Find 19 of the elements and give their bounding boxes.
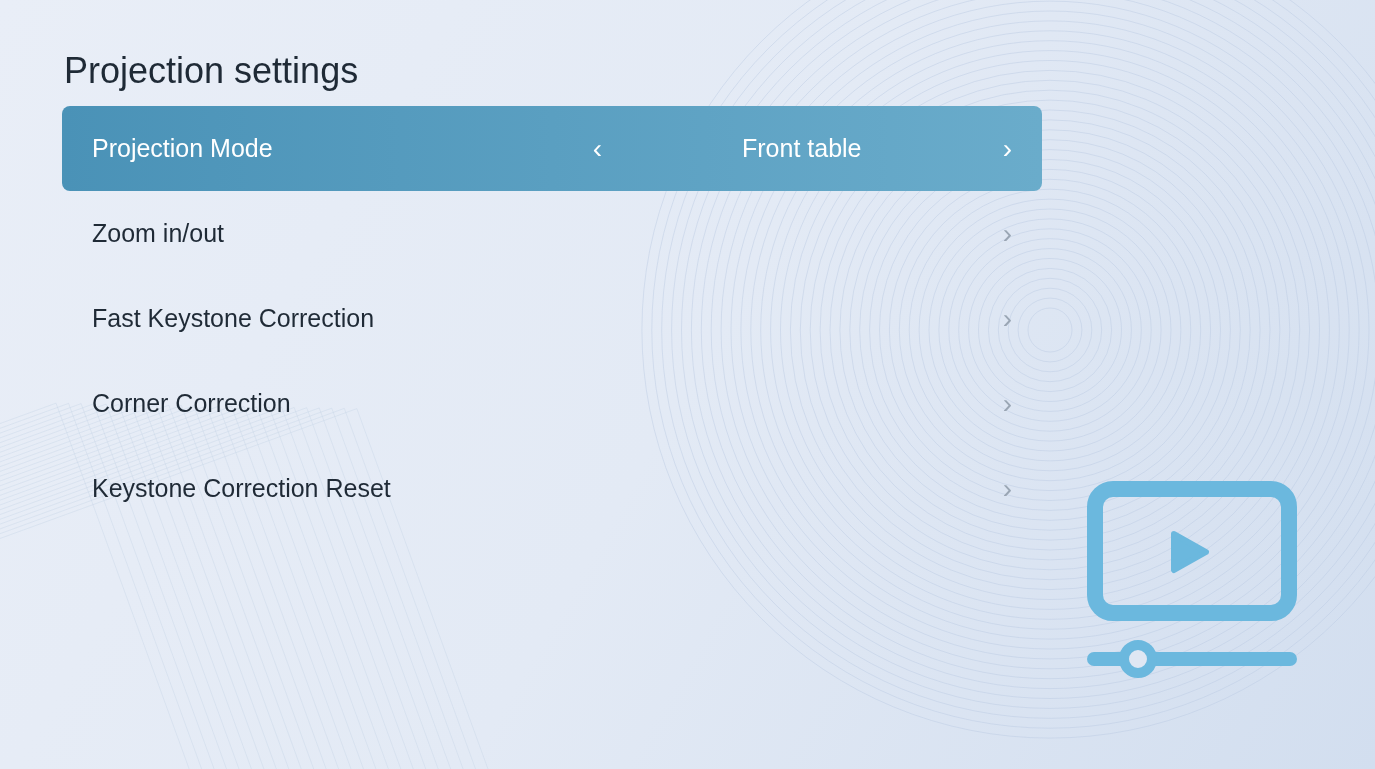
settings-row[interactable]: Zoom in/out ›: [62, 191, 1042, 276]
row-label: Zoom in/out: [92, 219, 225, 248]
next-arrow[interactable]: ›: [1002, 387, 1012, 420]
settings-row[interactable]: Projection Mode ‹ Front table ›: [62, 106, 1042, 191]
row-label: Projection Mode: [92, 134, 274, 163]
next-arrow[interactable]: ›: [1002, 217, 1012, 250]
page-title: Projection settings: [64, 50, 359, 92]
video-player-icon: [1086, 480, 1298, 680]
next-arrow[interactable]: ›: [1002, 302, 1012, 335]
next-arrow[interactable]: ›: [1002, 132, 1012, 165]
row-label: Corner Correction: [92, 389, 292, 418]
row-value: Front table: [742, 134, 862, 163]
settings-row[interactable]: Fast Keystone Correction ›: [62, 276, 1042, 361]
next-arrow[interactable]: ›: [1002, 472, 1012, 505]
row-label: Keystone Correction Reset: [92, 474, 392, 503]
previous-arrow[interactable]: ‹: [592, 132, 602, 165]
settings-row[interactable]: Keystone Correction Reset ›: [62, 446, 1042, 531]
row-label: Fast Keystone Correction: [92, 304, 376, 333]
settings-row[interactable]: Corner Correction ›: [62, 361, 1042, 446]
